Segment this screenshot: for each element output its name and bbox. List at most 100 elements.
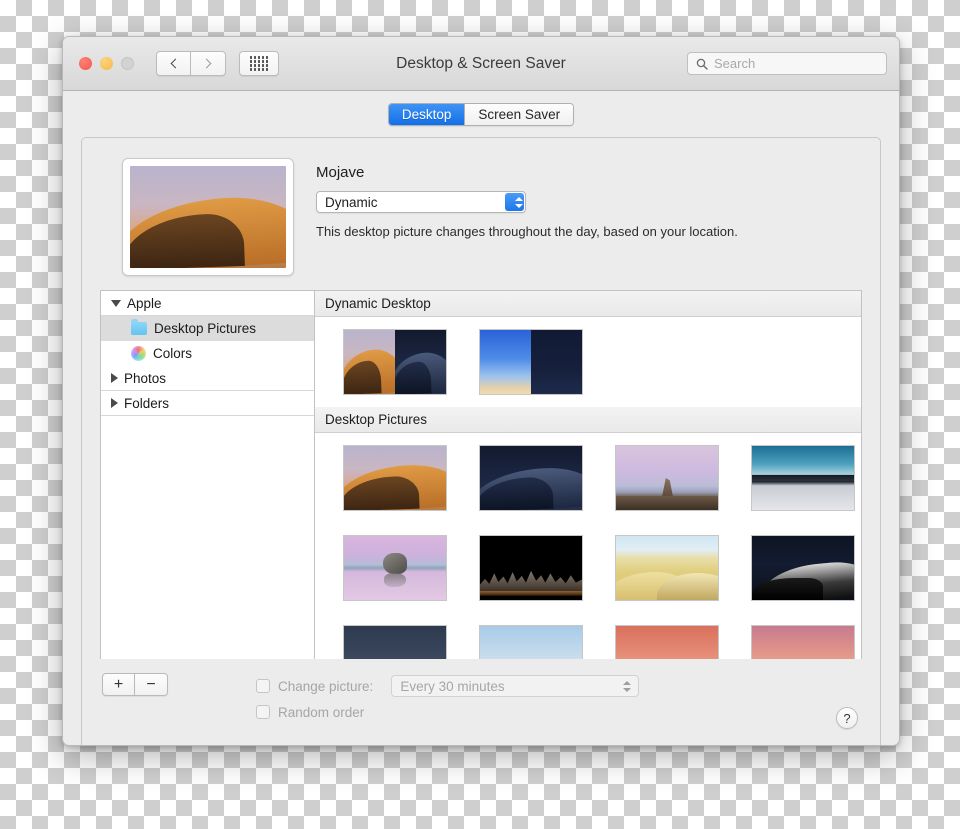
sidebar-item-folders[interactable]: Folders — [101, 391, 314, 416]
search-field[interactable]: Search — [687, 52, 887, 75]
thumbnail-tufa-towers[interactable] — [479, 535, 583, 601]
thumbnail-row — [315, 433, 861, 523]
search-icon — [696, 58, 708, 70]
wallpaper-art-salt-flat — [752, 446, 854, 510]
thumbnail-pink-lake-rock[interactable] — [343, 535, 447, 601]
thumbnail-cell[interactable] — [599, 535, 735, 601]
forward-arrow-icon — [201, 58, 212, 69]
interval-value: Every 30 minutes — [400, 678, 505, 694]
thumbnail-dusk-clouds[interactable] — [751, 625, 855, 659]
thumbnail-cell[interactable] — [599, 625, 735, 659]
remove-folder-button[interactable]: − — [135, 673, 168, 696]
thumbnail-mojave-night[interactable] — [479, 445, 583, 511]
wallpaper-art-desert-spire — [616, 446, 718, 510]
tab-desktop[interactable]: Desktop — [388, 103, 465, 125]
thumbnail-desert-spire[interactable] — [615, 445, 719, 511]
help-button[interactable]: ? — [836, 707, 858, 729]
sidebar-label-apple: Apple — [127, 295, 162, 311]
thumbnail-night-shore[interactable] — [343, 625, 447, 659]
sidebar-label-desktop-pictures: Desktop Pictures — [154, 321, 257, 336]
wallpaper-art-solar-day — [480, 330, 531, 394]
back-arrow-icon — [170, 58, 180, 69]
disclosure-closed-icon[interactable] — [111, 398, 118, 408]
thumbnail-mojave-dynamic[interactable] — [343, 329, 447, 395]
thumbnail-cell[interactable] — [463, 625, 599, 659]
sidebar-label-folders: Folders — [124, 395, 170, 411]
picture-browser: Apple Desktop Pictures Colors Photos Fol… — [100, 290, 862, 659]
fill-mode-value: Dynamic — [325, 194, 378, 210]
window-titlebar: Desktop & Screen Saver Search — [63, 37, 899, 91]
thumbnail-grid[interactable]: Dynamic Desktop Desktop Pictures — [315, 291, 861, 659]
random-order-checkbox[interactable] — [256, 705, 270, 719]
back-button[interactable] — [156, 51, 191, 76]
thumbnail-salt-flat[interactable] — [751, 445, 855, 511]
section-header-desktop-pictures: Desktop Pictures — [315, 407, 861, 433]
show-all-button[interactable] — [239, 51, 279, 76]
thumbnail-solar-gradients[interactable] — [479, 329, 583, 395]
sidebar-label-colors: Colors — [153, 346, 193, 361]
thumbnail-cell[interactable] — [599, 445, 735, 511]
thumbnail-cell[interactable] — [463, 445, 599, 511]
thumbnail-cell[interactable] — [463, 329, 599, 395]
sidebar-item-apple[interactable]: Apple — [101, 291, 314, 316]
desktop-pictures-scroll[interactable] — [315, 433, 861, 659]
interval-popup[interactable]: Every 30 minutes — [391, 675, 640, 697]
add-folder-button[interactable]: + — [102, 673, 135, 696]
sidebar-item-photos[interactable]: Photos — [101, 366, 314, 391]
disclosure-open-icon[interactable] — [111, 299, 121, 307]
section-header-dynamic-desktop: Dynamic Desktop — [315, 291, 861, 317]
forward-button[interactable] — [191, 51, 226, 76]
thumbnail-row-clipped — [315, 613, 861, 659]
close-button-icon[interactable] — [79, 57, 92, 70]
fill-mode-popup[interactable]: Dynamic — [316, 191, 526, 213]
thumbnail-cell[interactable] — [463, 535, 599, 601]
change-picture-line: Change picture: Every 30 minutes — [256, 673, 640, 699]
sidebar-label-photos: Photos — [124, 370, 167, 386]
change-picture-label: Change picture: — [278, 678, 374, 694]
wallpaper-art-mojave-day — [130, 166, 286, 268]
thumbnail-dune-night[interactable] — [751, 535, 855, 601]
thumbnail-cell[interactable] — [327, 535, 463, 601]
wallpaper-art-mountain-sky — [480, 626, 582, 659]
tab-bar: Desktop Screen Saver — [387, 102, 575, 126]
rotation-options: Change picture: Every 30 minutes Random … — [256, 673, 640, 745]
thumbnail-cell[interactable] — [327, 625, 463, 659]
thumbnail-cell[interactable] — [327, 445, 463, 511]
sidebar-item-colors[interactable]: Colors — [101, 341, 314, 366]
zoom-button-icon — [121, 57, 134, 70]
system-preferences-window: Desktop & Screen Saver Search Desktop Sc… — [62, 36, 900, 746]
grid-icon — [249, 56, 269, 71]
random-order-label: Random order — [278, 704, 365, 720]
color-wheel-icon — [131, 346, 146, 361]
tab-screen-saver[interactable]: Screen Saver — [464, 103, 574, 125]
picture-name: Mojave — [316, 164, 365, 181]
sidebar-item-desktop-pictures[interactable]: Desktop Pictures — [101, 316, 314, 341]
wallpaper-art-solar-night — [531, 330, 582, 394]
wallpaper-art-mojave-day — [344, 446, 446, 510]
wallpaper-art-pink-clouds — [616, 626, 718, 659]
wallpaper-art-tufa-towers — [480, 536, 582, 600]
search-placeholder: Search — [714, 56, 756, 71]
thumbnail-pink-clouds[interactable] — [615, 625, 719, 659]
bottom-controls: + − Change picture: Every 30 minutes Ran… — [82, 659, 880, 745]
preview-description: This desktop picture changes throughout … — [316, 224, 738, 239]
wallpaper-art-night-shore — [344, 626, 446, 659]
thumbnail-cell[interactable] — [735, 445, 861, 511]
thumbnail-mountain-sky[interactable] — [479, 625, 583, 659]
wallpaper-art-dusk-clouds — [752, 626, 854, 659]
wallpaper-art-mojave-night — [480, 446, 582, 510]
change-picture-checkbox[interactable] — [256, 679, 270, 693]
minimize-button-icon[interactable] — [100, 57, 113, 70]
disclosure-closed-icon[interactable] — [111, 373, 118, 383]
thumbnail-cell[interactable] — [735, 625, 861, 659]
tab-bar-zone: Desktop Screen Saver — [63, 91, 899, 137]
wallpaper-art-pink-lake — [344, 536, 446, 600]
thumbnail-mojave-day[interactable] — [343, 445, 447, 511]
thumbnail-cell[interactable] — [327, 329, 463, 395]
desktop-preview-image — [130, 166, 286, 268]
popup-stepper-icon — [615, 680, 632, 692]
thumbnail-cell[interactable] — [735, 535, 861, 601]
thumbnail-sand-dunes[interactable] — [615, 535, 719, 601]
wallpaper-art-mojave-night — [395, 330, 446, 394]
traffic-lights — [79, 57, 134, 70]
